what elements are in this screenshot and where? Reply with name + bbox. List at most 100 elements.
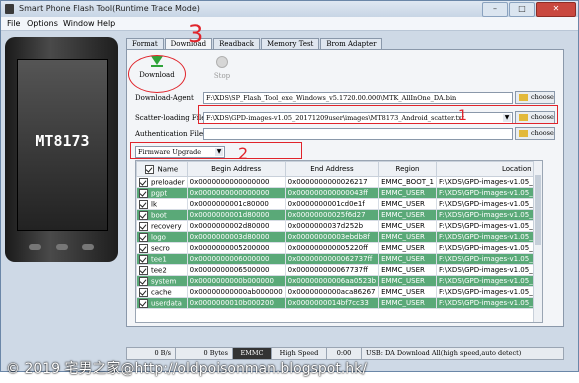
cell-end-text: 0x000000000000043ff xyxy=(287,189,368,197)
cell-location-text: F:\XDS\GPD-images-v1.05_20171209user\i..… xyxy=(438,222,542,230)
menu-window[interactable]: Window xyxy=(63,19,95,28)
cell-name: pgpt xyxy=(136,187,188,199)
annotation-box-mode xyxy=(130,142,302,159)
scrollbar-thumb[interactable] xyxy=(535,175,541,245)
table-row[interactable]: cache 0x00000000000ab000000 0x0000000000ac… xyxy=(136,286,542,298)
cell-name: cache xyxy=(136,286,188,298)
tab-readback[interactable]: Readback xyxy=(213,38,260,49)
cell-name: tee1 xyxy=(136,253,188,265)
cell-name: recovery xyxy=(136,220,188,232)
minimize-button[interactable]: – xyxy=(482,2,508,17)
cell-location-text: F:\XDS\GPD-images-v1.05_20171209user\i..… xyxy=(438,211,542,219)
table-row[interactable]: pgpt 0x0000000000000000 0x000000000000043f… xyxy=(136,187,542,199)
table-scrollbar[interactable] xyxy=(533,161,542,322)
row-checkbox[interactable] xyxy=(139,232,148,242)
download-agent-choose-button[interactable]: choose xyxy=(515,91,555,104)
cell-begin-text: 0x0000000002d80000 xyxy=(189,222,270,230)
cell-location: F:\XDS\GPD-images-v1.05_20171209user\i..… xyxy=(435,198,542,210)
cell-location: F:\XDS\GPD-images-v1.05_20171209user\i..… xyxy=(435,275,542,287)
tab-brom-adapter[interactable]: Brom Adapter xyxy=(320,38,383,49)
cell-location: F:\XDS\GPD-images-v1.05_20171209user\i..… xyxy=(435,187,542,199)
cell-location-text: F:\XDS\GPD-images-v1.05_20171209user\i..… xyxy=(438,244,542,252)
chip-label: MT8173 xyxy=(35,132,90,150)
cell-location-text: F:\XDS\GPD-images-v1.05_20171209user\i..… xyxy=(438,288,542,296)
table-row[interactable]: lk 0x0000000001c80000 0x0000000001cd0e1f EM… xyxy=(136,198,542,210)
cell-location-text: F:\XDS\GPD-images-v1.05_20171209user\i..… xyxy=(438,277,542,285)
maximize-button[interactable]: □ xyxy=(509,2,535,17)
header-begin[interactable]: Begin Address xyxy=(186,161,286,177)
cell-begin: 0x0000000002d80000 xyxy=(186,220,286,232)
menu-help[interactable]: Help xyxy=(97,19,115,28)
row-checkbox[interactable] xyxy=(139,265,148,275)
app-icon xyxy=(5,4,14,14)
row-checkbox[interactable] xyxy=(139,254,148,264)
cell-region-text: EMMC_USER xyxy=(381,299,425,307)
row-checkbox[interactable] xyxy=(139,276,148,286)
row-checkbox[interactable] xyxy=(139,177,148,187)
status-message: USB: DA Download All(high speed,auto det… xyxy=(366,349,522,357)
row-checkbox[interactable] xyxy=(139,188,148,198)
select-all-checkbox[interactable] xyxy=(145,164,155,174)
cell-end-text: 0x0000000037d252b xyxy=(287,222,364,230)
cell-location: F:\XDS\GPD-images-v1.05_20171209user\i..… xyxy=(435,231,542,243)
cell-begin-text: 0x0000000000000000 xyxy=(189,178,270,186)
annotation-3: 3 xyxy=(188,20,204,48)
header-name[interactable]: Name xyxy=(136,161,188,177)
cell-location: F:\XDS\GPD-images-v1.05_20171209user\i..… xyxy=(435,264,542,276)
table-row[interactable]: boot 0x0000000001d80000 0x00000000025f6d27… xyxy=(136,209,542,221)
cell-region: EMMC_USER xyxy=(378,209,437,221)
close-button[interactable]: ✕ xyxy=(536,2,576,17)
row-checkbox[interactable] xyxy=(139,287,148,297)
row-checkbox[interactable] xyxy=(139,243,148,253)
cell-end-text: 0x0000000000026217 xyxy=(287,178,368,186)
phone-screen: MT8173 xyxy=(17,59,108,231)
cell-begin-text: 0x0000000010b000200 xyxy=(189,299,274,307)
header-region[interactable]: Region xyxy=(378,161,437,177)
menu-options[interactable]: Options xyxy=(27,19,58,28)
auth-choose-button[interactable]: choose xyxy=(515,127,555,140)
cell-region: EMMC_USER xyxy=(378,242,437,254)
row-checkbox[interactable] xyxy=(139,210,148,220)
cell-begin: 0x0000000001d80000 xyxy=(186,209,286,221)
cell-name: boot xyxy=(136,209,188,221)
header-location[interactable]: Location xyxy=(435,161,542,177)
download-agent-field[interactable]: F:\XDS\SP_Flash_Tool_exe_Windows_v5.1720… xyxy=(203,92,513,104)
table-row[interactable]: tee2 0x0000000006500000 0x000000000067737f… xyxy=(136,264,542,276)
cell-begin-text: 0x0000000006000000 xyxy=(189,255,270,263)
phone-home-button xyxy=(55,244,68,250)
table-row[interactable]: userdata 0x0000000010b000200 0x0000000014b… xyxy=(136,297,542,309)
stop-button[interactable]: Stop xyxy=(207,56,237,80)
cell-end-text: 0x000000000067737ff xyxy=(287,266,368,274)
row-checkbox[interactable] xyxy=(139,298,148,308)
auth-field[interactable] xyxy=(203,128,513,140)
cell-name-text: pgpt xyxy=(151,189,168,197)
cell-name-text: tee2 xyxy=(151,266,167,274)
table-row[interactable]: logo 0x0000000003d80000 0x00000000003ebdb8… xyxy=(136,231,542,243)
table-row[interactable]: tee1 0x0000000006000000 0x0000000000062737… xyxy=(136,253,542,265)
cell-end: 0x000000000000043ff xyxy=(284,187,380,199)
table-row[interactable]: secro 0x0000000005200000 0x000000000005220… xyxy=(136,242,542,254)
cell-name-text: secro xyxy=(151,244,170,252)
tab-format[interactable]: Format xyxy=(126,38,164,49)
cell-name-text: lk xyxy=(151,200,157,208)
row-checkbox[interactable] xyxy=(139,199,148,209)
cell-begin: 0x0000000000000000 xyxy=(186,176,286,188)
cell-region: EMMC_USER xyxy=(378,187,437,199)
row-checkbox[interactable] xyxy=(139,221,148,231)
tab-memory-test[interactable]: Memory Test xyxy=(261,38,320,49)
header-end[interactable]: End Address xyxy=(284,161,380,177)
cell-location: F:\XDS\GPD-images-v1.05_20171209user\i..… xyxy=(435,253,542,265)
annotation-2: 2 xyxy=(238,144,249,163)
cell-location: F:\XDS\GPD-images-v1.05_20171209user\i..… xyxy=(435,176,542,188)
menu-file[interactable]: File xyxy=(7,19,20,28)
phone-menu-button xyxy=(82,244,94,250)
cell-region: EMMC_USER xyxy=(378,275,437,287)
table-row[interactable]: system 0x0000000000b000000 0x00000000006aa… xyxy=(136,275,542,287)
cell-location-text: F:\XDS\GPD-images-v1.05_20171209user\i..… xyxy=(438,233,542,241)
cell-name: tee2 xyxy=(136,264,188,276)
table-row[interactable]: preloader 0x0000000000000000 0x00000000000… xyxy=(136,176,542,188)
table-row[interactable]: recovery 0x0000000002d80000 0x0000000037d2… xyxy=(136,220,542,232)
cell-location-text: F:\XDS\GPD-images-v1.05_20171209user\i..… xyxy=(438,255,542,263)
phone-illustration: MT8173 xyxy=(5,37,118,262)
cell-begin: 0x0000000005200000 xyxy=(186,242,286,254)
